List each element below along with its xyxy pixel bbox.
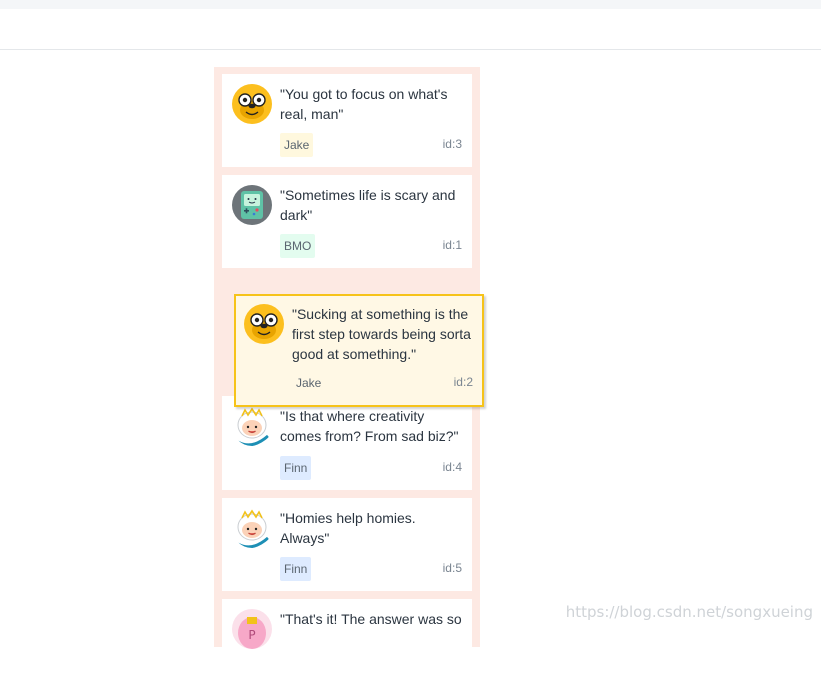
author-tag: BMO (280, 234, 315, 258)
quote-card[interactable]: P "That's it! The answer was so (222, 599, 472, 692)
princess-avatar-icon: P (232, 609, 272, 649)
finn-avatar-icon (232, 508, 272, 548)
top-strip (0, 0, 821, 9)
author-tag: Finn (280, 456, 311, 480)
author-tag: Jake (280, 133, 313, 157)
watermark: https://blog.csdn.net/songxueing (566, 603, 813, 621)
item-id: id:2 (454, 375, 473, 389)
item-id: id:1 (443, 238, 462, 252)
quote-text: "Sometimes life is scary and dark" (280, 185, 464, 225)
quote-card[interactable]: "Is that where creativity comes from? Fr… (222, 396, 472, 490)
jake-avatar-icon (232, 84, 272, 124)
quote-card[interactable]: "Sometimes life is scary and dark" BMO i… (222, 175, 472, 268)
item-id: id:5 (443, 561, 462, 575)
item-id: id:4 (443, 460, 462, 474)
author-tag: Finn (280, 557, 311, 581)
quote-text: "You got to focus on what's real, man" (280, 84, 464, 124)
quote-text: "Sucking at something is the first step … (292, 304, 476, 364)
quote-text: "Homies help homies. Always" (280, 508, 464, 548)
quote-text: "Is that where creativity comes from? Fr… (280, 406, 464, 446)
svg-text:P: P (248, 628, 255, 642)
author-tag: Jake (292, 371, 325, 395)
finn-avatar-icon (232, 406, 272, 446)
item-id: id:3 (443, 137, 462, 151)
quote-card[interactable]: "Homies help homies. Always" Finn id:5 (222, 498, 472, 591)
header-bar (0, 9, 821, 50)
quote-text: "That's it! The answer was so (280, 609, 464, 629)
dragged-quote-card[interactable]: "Sucking at something is the first step … (234, 294, 484, 407)
jake-avatar-icon (244, 304, 284, 344)
quote-card[interactable]: "You got to focus on what's real, man" J… (222, 74, 472, 167)
bmo-avatar-icon (232, 185, 272, 225)
